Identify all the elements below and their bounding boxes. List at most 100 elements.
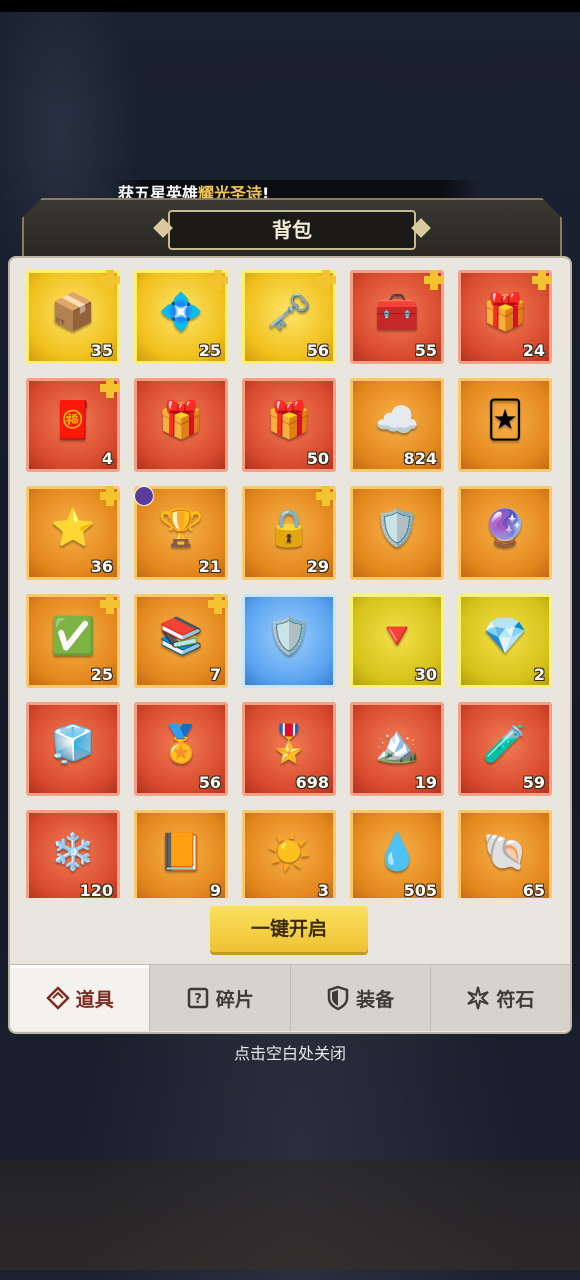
item-count: 3 <box>317 881 329 898</box>
item-count: 21 <box>198 557 221 576</box>
item-slot[interactable]: 🧊 <box>26 702 120 796</box>
item-slot[interactable]: 🎁 50 <box>242 378 336 472</box>
item-count: 24 <box>522 341 545 360</box>
item-count: 7 <box>209 665 221 684</box>
item-slot[interactable]: 🎖️ 698 <box>242 702 336 796</box>
sun-badge-icon: ☀️ <box>266 832 312 874</box>
book-chest-icon: 📚 <box>158 616 204 658</box>
shield-icon <box>326 985 350 1011</box>
item-slot[interactable]: 🎁 <box>134 378 228 472</box>
item-count: 2 <box>533 665 545 684</box>
item-count: 19 <box>414 773 437 792</box>
select-gold-chest-icon: ✅ <box>50 616 96 658</box>
item-slot[interactable]: 💎 2 <box>458 594 552 688</box>
item-slot[interactable]: 🏆 21 <box>134 486 228 580</box>
open-all-button[interactable]: 一键开启 <box>210 906 368 952</box>
item-slot[interactable]: 🏅 56 <box>134 702 228 796</box>
star-chest-icon: 🧰 <box>374 292 420 334</box>
item-slot[interactable]: 🔮 <box>458 486 552 580</box>
purple-gem-icon: 🔻 <box>374 616 420 658</box>
item-grid-viewport[interactable]: 📦 35 💠 25 🗝️ 56 🧰 55 🎁 24 🧧 4 🎁 🎁 50 ☁️ 824 🃏 ⭐ 36 🏆 21 🔒 29 🛡️ 🔮… <box>26 270 556 898</box>
crystal-chest-icon: 💠 <box>158 292 204 334</box>
silver-jade-chest-icon: 🔒 <box>266 508 312 550</box>
item-count: 35 <box>90 341 113 360</box>
item-slot[interactable]: 🛡️ <box>350 486 444 580</box>
silver-star-chest-icon: ⭐ <box>50 508 96 550</box>
winged-purple-chest-icon: 🏆 <box>158 508 204 550</box>
puzzle-badge-icon <box>208 270 228 290</box>
item-count: 25 <box>198 341 221 360</box>
fragment-icon: ? <box>186 986 210 1010</box>
purple-card-icon: 🔮 <box>482 508 528 550</box>
crystal-dust-icon: 🏔️ <box>374 724 420 766</box>
background-bottom-bar <box>0 1160 580 1270</box>
item-slot[interactable]: 📚 7 <box>134 594 228 688</box>
status-bar <box>0 0 580 12</box>
water-drop-icon: 💧 <box>374 832 420 874</box>
puzzle-badge-icon <box>316 486 336 506</box>
item-count: 30 <box>414 665 437 684</box>
item-slot[interactable]: ✅ 25 <box>26 594 120 688</box>
item-slot[interactable]: ☁️ 824 <box>350 378 444 472</box>
tab-fragments[interactable]: ? 碎片 <box>150 965 291 1031</box>
item-slot[interactable]: 🎁 24 <box>458 270 552 364</box>
winged-chest-icon: 🗝️ <box>266 292 312 334</box>
jade-red-chest-icon: 🎁 <box>482 292 528 334</box>
item-count: 36 <box>90 557 113 576</box>
item-count: 698 <box>295 773 329 792</box>
tab-runes[interactable]: 符石 <box>431 965 570 1031</box>
item-slot[interactable]: ❄️ 120 <box>26 810 120 898</box>
backpack-panel: 📦 35 💠 25 🗝️ 56 🧰 55 🎁 24 🧧 4 🎁 🎁 50 ☁️ 824 🃏 ⭐ 36 🏆 21 🔒 29 🛡️ 🔮… <box>10 258 570 1032</box>
class-tag-icon <box>134 486 154 506</box>
cloud-chest-icon: ☁️ <box>374 400 420 442</box>
rune-chest-icon: 🛡️ <box>266 616 312 658</box>
puzzle-badge-icon <box>100 594 120 614</box>
item-count: 824 <box>403 449 437 468</box>
item-slot[interactable]: 🧪 59 <box>458 702 552 796</box>
item-slot[interactable]: 💧 505 <box>350 810 444 898</box>
item-slot[interactable]: 📙 9 <box>134 810 228 898</box>
item-slot[interactable]: 💠 25 <box>134 270 228 364</box>
item-count: 56 <box>306 341 329 360</box>
gold-red-chest-2-icon: 🎁 <box>266 400 312 442</box>
item-slot[interactable]: 🐚 65 <box>458 810 552 898</box>
potion-icon: 🧪 <box>482 724 528 766</box>
item-slot[interactable]: 🔒 29 <box>242 486 336 580</box>
item-slot[interactable]: 🏔️ 19 <box>350 702 444 796</box>
crystal-flower-icon: ❄️ <box>50 832 96 874</box>
rune-icon <box>466 986 490 1010</box>
puzzle-badge-icon <box>424 270 444 290</box>
jade-chest-icon: 📦 <box>50 292 96 334</box>
tab-equipment[interactable]: 装备 <box>291 965 431 1031</box>
item-count: 50 <box>306 449 329 468</box>
item-slot[interactable]: 🔻 30 <box>350 594 444 688</box>
item-slot[interactable]: ⭐ 36 <box>26 486 120 580</box>
puzzle-badge-icon <box>316 270 336 290</box>
puzzle-badge-icon <box>100 486 120 506</box>
item-slot[interactable]: 📦 35 <box>26 270 120 364</box>
item-slot[interactable]: 🧧 4 <box>26 378 120 472</box>
pearl-shell-icon: 🐚 <box>482 832 528 874</box>
item-slot[interactable]: 🗝️ 56 <box>242 270 336 364</box>
tab-items[interactable]: 道具 <box>10 965 151 1031</box>
item-grid: 📦 35 💠 25 🗝️ 56 🧰 55 🎁 24 🧧 4 🎁 🎁 50 ☁️ 824 🃏 ⭐ 36 🏆 21 🔒 29 🛡️ 🔮… <box>26 270 556 898</box>
item-count: 25 <box>90 665 113 684</box>
item-count: 59 <box>522 773 545 792</box>
item-slot[interactable]: ☀️ 3 <box>242 810 336 898</box>
item-slot[interactable]: 🃏 <box>458 378 552 472</box>
page-title: 背包 <box>168 210 416 250</box>
tab-fragments-label: 碎片 <box>215 988 254 1011</box>
gold-red-chest-icon: 🎁 <box>158 400 204 442</box>
red-medal-icon: 🏅 <box>158 724 204 766</box>
item-count: 120 <box>79 881 113 898</box>
item-count: 29 <box>306 557 329 576</box>
item-count: 55 <box>414 341 437 360</box>
close-hint: 点击空白处关闭 <box>233 1044 346 1063</box>
crystal-cube-icon: 🧊 <box>50 724 96 766</box>
gear-book-icon: 📙 <box>158 832 204 874</box>
tab-equipment-label: 装备 <box>356 988 395 1011</box>
blue-cube-gem-icon: 💎 <box>482 616 528 658</box>
item-slot[interactable]: 🧰 55 <box>350 270 444 364</box>
green-medal-icon: 🎖️ <box>266 724 312 766</box>
item-slot[interactable]: 🛡️ <box>242 594 336 688</box>
